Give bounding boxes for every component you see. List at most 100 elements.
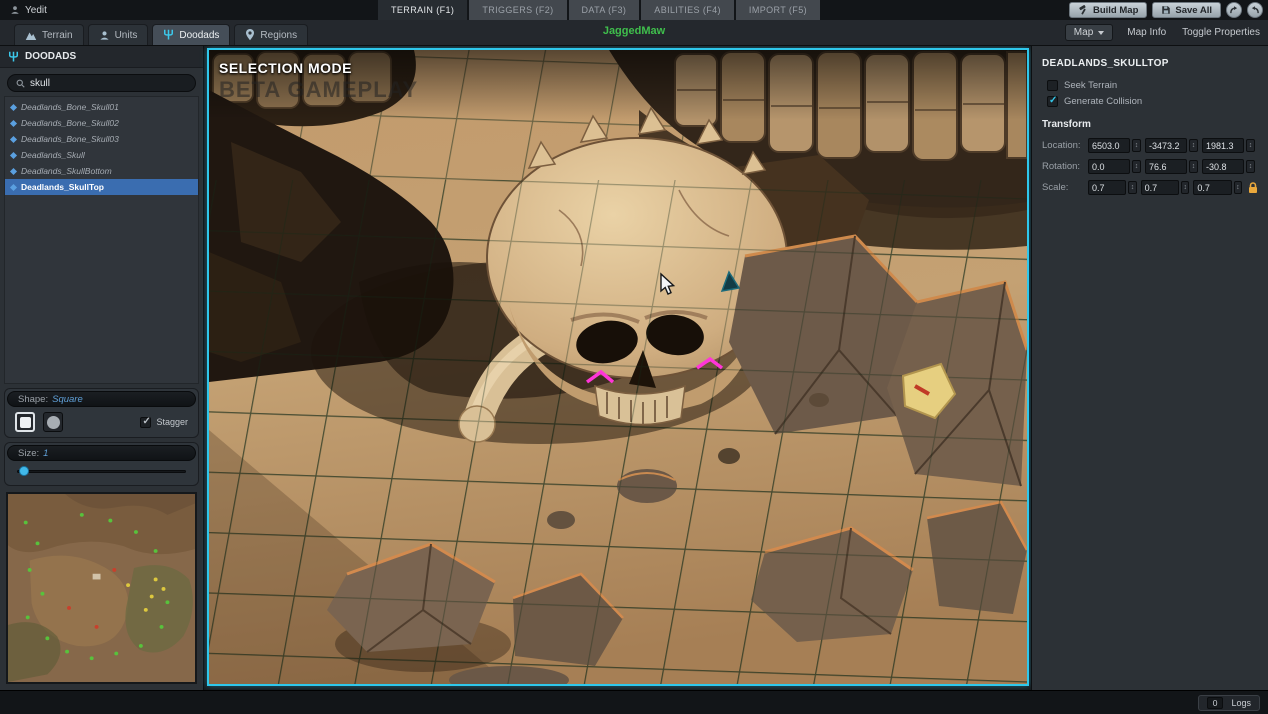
size-header: Size: 1 — [7, 445, 196, 461]
mountain-icon — [25, 30, 37, 41]
search-box — [7, 74, 196, 92]
map-info-button[interactable]: Map Info — [1125, 27, 1168, 38]
app-logo: Yedit — [0, 5, 57, 16]
list-item-selected[interactable]: Deadlands_SkullTop — [5, 179, 198, 195]
list-item[interactable]: Deadlands_Bone_Skull03 — [5, 131, 198, 147]
stepper-icon[interactable]: ↕ — [1132, 139, 1141, 152]
undo-button[interactable] — [1247, 2, 1263, 18]
rotation-x-field[interactable]: 0.0 — [1088, 159, 1130, 174]
location-z-field[interactable]: 1981.3 — [1202, 138, 1244, 153]
seek-terrain-row: Seek Terrain — [1042, 77, 1258, 93]
list-item[interactable]: Deadlands_Skull — [5, 147, 198, 163]
shape-value: Square — [52, 394, 83, 405]
shape-header: Shape: Square — [7, 391, 196, 407]
shape-group: Shape: Square Stagger — [4, 388, 199, 438]
generate-collision-checkbox[interactable] — [1047, 96, 1058, 107]
stepper-icon[interactable]: ↕ — [1246, 139, 1255, 152]
beta-watermark: BETA GAMEPLAY — [219, 77, 418, 103]
shape-options: Stagger — [7, 407, 196, 434]
rotation-z-field[interactable]: -30.8 — [1202, 159, 1244, 174]
doodads-icon — [8, 51, 19, 63]
scale-y-field[interactable]: 0.7 — [1141, 180, 1179, 195]
stepper-icon[interactable]: ↕ — [1189, 160, 1198, 173]
tab-data-f3[interactable]: DATA (F3) — [569, 0, 640, 20]
panel-header: DOODADS — [0, 46, 203, 68]
minimap[interactable] — [6, 492, 197, 684]
toggle-properties-button[interactable]: Toggle Properties — [1180, 27, 1262, 38]
size-group: Size: 1 — [4, 442, 199, 486]
map-name: JaggedMaw — [603, 25, 665, 37]
map-menu-button[interactable]: Map — [1065, 24, 1113, 41]
doodad-list: Deadlands_Bone_Skull01 Deadlands_Bone_Sk… — [4, 96, 199, 384]
doodad-label: Deadlands_Skull — [21, 150, 85, 160]
stepper-icon[interactable]: ↕ — [1128, 181, 1136, 194]
seek-terrain-checkbox[interactable] — [1047, 80, 1058, 91]
stepper-icon[interactable]: ↕ — [1246, 160, 1255, 173]
save-all-label: Save All — [1175, 5, 1212, 16]
stagger-checkbox[interactable] — [140, 417, 151, 428]
selection-mode-label: SELECTION MODE — [219, 60, 352, 76]
mode-tab-strip: Terrain Units Doodads Regions — [0, 24, 308, 45]
doodad-label: Deadlands_Bone_Skull01 — [21, 102, 119, 112]
location-y-field[interactable]: -3473.2 — [1145, 138, 1187, 153]
generate-collision-label: Generate Collision — [1064, 96, 1142, 107]
transform-section-title: Transform — [1042, 119, 1258, 130]
doodad-cube-icon — [10, 103, 17, 110]
list-item[interactable]: Deadlands_Bone_Skull01 — [5, 99, 198, 115]
stepper-icon[interactable]: ↕ — [1189, 139, 1198, 152]
square-brush-button[interactable] — [15, 412, 35, 432]
tab-doodads[interactable]: Doodads — [152, 24, 230, 45]
scale-x-field[interactable]: 0.7 — [1088, 180, 1126, 195]
app-title: Yedit — [25, 5, 47, 16]
mode-toolbar: Terrain Units Doodads Regions JaggedMaw … — [0, 20, 1268, 46]
rotation-y-field[interactable]: 76.6 — [1145, 159, 1187, 174]
minimap-image — [8, 494, 195, 682]
tab-abilities-f4[interactable]: ABILITIES (F4) — [641, 0, 734, 20]
user-icon — [10, 5, 20, 15]
map-menu-label: Map — [1074, 27, 1093, 38]
redo-button[interactable] — [1226, 2, 1242, 18]
list-item[interactable]: Deadlands_Bone_Skull02 — [5, 115, 198, 131]
stepper-icon[interactable]: ↕ — [1181, 181, 1189, 194]
scale-label: Scale: — [1042, 182, 1086, 193]
tab-regions-label: Regions — [260, 30, 297, 41]
build-map-button[interactable]: Build Map — [1069, 2, 1147, 18]
circle-brush-button[interactable] — [43, 412, 63, 432]
square-icon — [20, 417, 31, 428]
properties-panel: DEADLANDS_SKULLTOP Seek Terrain Generate… — [1031, 46, 1268, 690]
log-count-badge: 0 — [1207, 697, 1224, 709]
viewport[interactable]: SELECTION MODE BETA GAMEPLAY — [207, 48, 1029, 686]
doodad-label: Deadlands_Bone_Skull03 — [21, 134, 119, 144]
tab-triggers-f2[interactable]: TRIGGERS (F2) — [469, 0, 566, 20]
rotation-row: Rotation: 0.0↕ 76.6↕ -30.8↕ — [1042, 159, 1258, 174]
doodads-panel: DOODADS Deadlands_Bone_Skull01 Deadlands… — [0, 46, 204, 690]
slider-handle[interactable] — [19, 466, 29, 476]
tab-regions[interactable]: Regions — [234, 24, 308, 45]
panel-title: DOODADS — [25, 51, 76, 62]
scene-3d — [209, 50, 1027, 684]
size-slider[interactable] — [17, 465, 186, 479]
logs-button[interactable]: 0 Logs — [1198, 695, 1260, 711]
stepper-icon[interactable]: ↕ — [1234, 181, 1242, 194]
doodad-label: Deadlands_SkullTop — [21, 182, 104, 192]
tab-terrain-f1[interactable]: TERRAIN (F1) — [378, 0, 467, 20]
stepper-icon[interactable]: ↕ — [1132, 160, 1141, 173]
circle-icon — [47, 416, 60, 429]
search-icon — [16, 79, 25, 88]
tab-units-label: Units — [115, 30, 138, 41]
location-x-field[interactable]: 6503.0 — [1088, 138, 1130, 153]
doodad-cube-icon — [10, 135, 17, 142]
scale-row: Scale: 0.7↕ 0.7↕ 0.7↕ — [1042, 180, 1258, 195]
search-input[interactable] — [30, 78, 170, 89]
tab-terrain-label: Terrain — [42, 30, 73, 41]
tab-units[interactable]: Units — [88, 24, 149, 45]
scale-z-field[interactable]: 0.7 — [1193, 180, 1231, 195]
list-item[interactable]: Deadlands_SkullBottom — [5, 163, 198, 179]
tab-import-f5[interactable]: IMPORT (F5) — [736, 0, 820, 20]
tab-terrain[interactable]: Terrain — [14, 24, 84, 45]
logs-label: Logs — [1231, 698, 1251, 708]
scale-lock-button[interactable] — [1248, 182, 1258, 194]
size-value: 1 — [43, 448, 48, 459]
save-all-button[interactable]: Save All — [1152, 2, 1221, 18]
mode-bar-right: Map Map Info Toggle Properties — [1065, 24, 1262, 41]
